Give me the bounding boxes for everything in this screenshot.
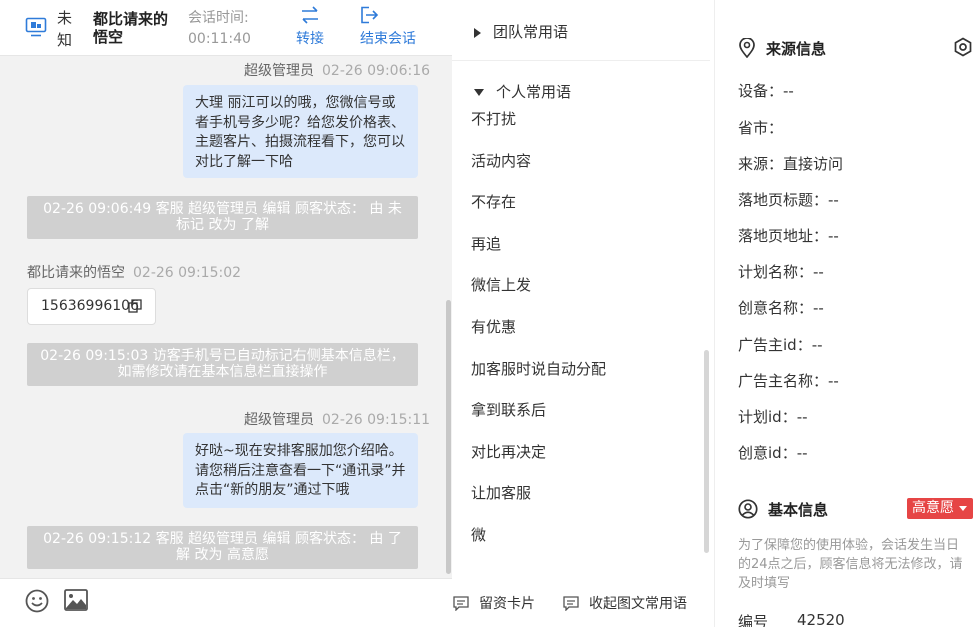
- emoji-icon[interactable]: [25, 589, 49, 613]
- chat-header: 未知 都比请来的悟空 会话时间: 00:11:40 转接 结束会话: [0, 0, 452, 56]
- phrase-item[interactable]: 活动内容: [471, 150, 531, 171]
- id-label: 编号: [738, 613, 769, 627]
- end-session-button[interactable]: 结束会话: [360, 6, 422, 48]
- location-pin-icon: [739, 37, 755, 59]
- message-list-icon: [563, 596, 579, 612]
- personal-phrases-group[interactable]: 个人常用语: [474, 81, 571, 102]
- transfer-label: 转接: [296, 31, 324, 47]
- system-message: 02-26 09:15:12 客服 超级管理员 编辑 顾客状态： 由 了解 改为…: [27, 526, 418, 569]
- phrase-item[interactable]: 再追: [471, 233, 501, 254]
- system-message: 02-26 09:15:03 访客手机号已自动标记右侧基本信息栏，如需修改请在基…: [27, 343, 418, 386]
- settings-icon[interactable]: [953, 37, 973, 57]
- field-advertiser-name: 广告主名称：--: [738, 372, 839, 390]
- message-meta: 都比请来的悟空 02-26 09:15:02: [27, 262, 241, 282]
- common-phrases-panel: 团队常用语 个人常用语 不打扰 活动内容 不存在 再追 微信上发 有优惠 加客服…: [452, 0, 715, 627]
- phrase-item[interactable]: 有优惠: [471, 316, 516, 337]
- message-meta: 超级管理员 02-26 09:15:11: [244, 409, 430, 429]
- phrase-item[interactable]: 不存在: [471, 191, 516, 212]
- expand-icon: [474, 27, 481, 38]
- sender-name: 超级管理员: [244, 63, 314, 79]
- field-landing-title: 落地页标题：--: [738, 191, 839, 209]
- phrases-scrollbar[interactable]: [704, 350, 709, 553]
- message-time: 02-26 09:15:11: [322, 412, 431, 428]
- session-time-label: 会话时间:: [188, 10, 249, 26]
- phrase-item[interactable]: 不打扰: [471, 108, 516, 129]
- field-advertiser-id: 广告主id：--: [738, 336, 823, 354]
- phrase-item[interactable]: 让加客服: [471, 482, 531, 503]
- message-time: 02-26 09:15:02: [133, 265, 242, 281]
- phrase-item[interactable]: 加客服时说自动分配: [471, 358, 606, 379]
- collapse-phrases-button[interactable]: 收起图文常用语: [563, 593, 687, 613]
- transfer-icon: [302, 6, 318, 24]
- caret-down-icon: [959, 506, 967, 511]
- phrase-item[interactable]: 微信上发: [471, 274, 531, 295]
- phone-number: 15636996106: [41, 298, 139, 314]
- sender-name: 超级管理员: [244, 412, 314, 428]
- image-icon[interactable]: [64, 589, 88, 611]
- field-plan-id: 计划id：--: [738, 408, 808, 426]
- message-card-icon: [453, 596, 469, 612]
- message-meta: 超级管理员 02-26 09:06:16: [244, 60, 430, 80]
- chat-toolbar: [0, 578, 452, 627]
- visitor-name: 都比请来的悟空: [93, 10, 169, 46]
- lead-card-button[interactable]: 留资卡片: [453, 593, 535, 613]
- intent-status-dropdown[interactable]: 高意愿: [907, 498, 973, 519]
- source-info-title: 来源信息: [738, 37, 826, 59]
- visitor-phone-card[interactable]: 15636996106: [27, 288, 156, 325]
- field-plan-name: 计划名称：--: [738, 263, 824, 281]
- visitor-info-panel: 来源信息 设备：-- 省市： 来源：直接访问 落地页标题：-- 落地页地址：--…: [716, 0, 979, 627]
- field-creative-name: 创意名称：--: [738, 299, 824, 317]
- field-landing-url: 落地页地址：--: [738, 227, 839, 245]
- system-message: 02-26 09:06:49 客服 超级管理员 编辑 顾客状态： 由 未标记 改…: [27, 196, 418, 239]
- user-icon: [738, 499, 758, 519]
- edit-notice: 为了保障您的使用体验，会话发生当日的24点之后，顾客信息将无法修改，请及时填写: [738, 538, 963, 591]
- phrase-item[interactable]: 微: [471, 524, 486, 545]
- visitor-status-tag: 未知: [57, 9, 73, 49]
- end-session-label: 结束会话: [360, 31, 416, 47]
- desktop-icon: [25, 17, 47, 37]
- field-creative-id: 创意id：--: [738, 444, 808, 462]
- team-phrases-group[interactable]: 团队常用语: [474, 21, 568, 42]
- field-device: 设备：--: [738, 82, 794, 100]
- sender-name: 都比请来的悟空: [27, 265, 125, 281]
- exit-icon: [361, 6, 379, 24]
- phrase-item[interactable]: 拿到联系后: [471, 399, 546, 420]
- basic-info-title: 基本信息: [738, 499, 828, 520]
- transfer-button[interactable]: 转接: [292, 6, 328, 48]
- id-value: 42520: [797, 611, 845, 627]
- agent-message-bubble: 大理 丽江可以的哦，您微信号或者手机号多少呢？给您发价格表、主题客片、拍摄流程看…: [183, 85, 418, 178]
- divider: [452, 60, 710, 61]
- collapse-icon: [474, 89, 484, 96]
- session-time-value: 00:11:40: [188, 31, 251, 47]
- copy-icon[interactable]: [128, 299, 142, 313]
- agent-message-bubble: 好哒~现在安排客服加您介绍哈。请您稍后注意查看一下“通讯录”并点击“新的朋友”通…: [183, 433, 418, 508]
- field-region: 省市：: [738, 119, 784, 137]
- chat-scrollbar[interactable]: [446, 300, 451, 574]
- field-source: 来源：直接访问: [738, 155, 844, 173]
- chat-workspace: 未知 都比请来的悟空 会话时间: 00:11:40 转接 结束会话 超级管理员 …: [0, 0, 979, 627]
- phrase-item[interactable]: 对比再决定: [471, 441, 546, 462]
- message-time: 02-26 09:06:16: [322, 63, 431, 79]
- chat-panel: 未知 都比请来的悟空 会话时间: 00:11:40 转接 结束会话 超级管理员 …: [0, 0, 452, 627]
